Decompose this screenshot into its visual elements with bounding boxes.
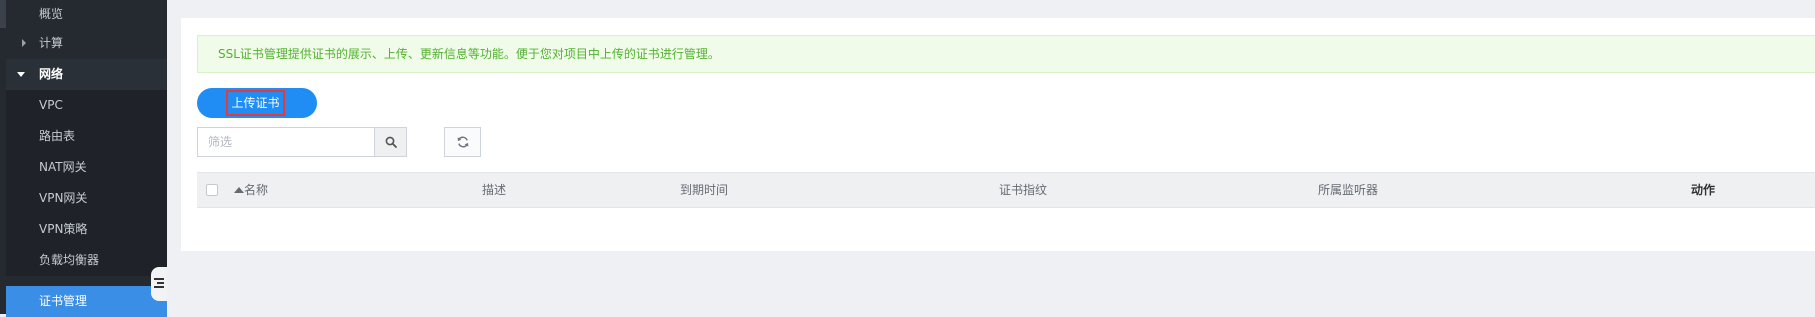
sidebar-item-load-balancer[interactable]: 负载均衡器	[6, 245, 167, 276]
sidebar-item-label: 证书管理	[39, 294, 88, 308]
certificate-panel: SSL证书管理提供证书的展示、上传、更新信息等功能。便于您对项目中上传的证书进行…	[181, 18, 1815, 251]
column-header-name[interactable]: 名称	[244, 173, 268, 207]
caret-right-icon	[22, 39, 26, 47]
sidebar-item-label: 路由表	[39, 129, 76, 143]
sidebar-item-compute[interactable]: 计算	[6, 28, 167, 59]
filter-input[interactable]	[198, 128, 376, 156]
column-header-action: 动作	[1691, 183, 1716, 197]
sidebar-item-overview[interactable]: 概览	[6, 0, 167, 28]
sidebar-item-label: VPN网关	[39, 191, 88, 205]
sidebar-item-label: VPC	[39, 98, 63, 112]
sidebar-item-label: 概览	[39, 7, 64, 21]
column-header-listener: 所属监听器	[1318, 183, 1379, 197]
search-button[interactable]	[374, 128, 406, 156]
sidebar-item-vpn-gateway[interactable]: VPN网关	[6, 183, 167, 214]
refresh-icon	[457, 136, 468, 148]
sort-ascending-icon[interactable]	[234, 187, 244, 193]
info-notice: SSL证书管理提供证书的展示、上传、更新信息等功能。便于您对项目中上传的证书进行…	[197, 35, 1815, 73]
sidebar-item-certificate-management[interactable]: 证书管理	[6, 286, 167, 317]
upload-certificate-label[interactable]: 上传证书	[226, 90, 285, 116]
table-header: 名称 描述 到期时间 证书指纹 所属监听器 动作	[197, 172, 1815, 208]
sidebar-item-label: 计算	[39, 36, 64, 50]
column-header-expiry-time: 到期时间	[680, 183, 729, 197]
select-all-checkbox[interactable]	[206, 184, 218, 196]
sidebar-item-label: 负载均衡器	[39, 253, 100, 267]
info-notice-text: SSL证书管理提供证书的展示、上传、更新信息等功能。便于您对项目中上传的证书进行…	[218, 47, 720, 61]
filter-box	[197, 127, 407, 157]
sidebar-item-vpc[interactable]: VPC	[6, 90, 167, 121]
sidebar-item-network[interactable]: 网络	[6, 59, 167, 90]
collapse-sidebar-button[interactable]	[151, 267, 167, 301]
column-header-description: 描述	[482, 183, 507, 197]
sidebar: 概览 计算 网络 VPC 路由表 NAT网关 VPN网关 VPN策略 负载均衡器…	[0, 0, 167, 317]
search-icon	[385, 136, 397, 148]
collapse-sidebar-icon	[154, 278, 164, 290]
sidebar-item-nat-gateway[interactable]: NAT网关	[6, 152, 167, 183]
sidebar-item-vpn-policy[interactable]: VPN策略	[6, 214, 167, 245]
sidebar-item-route-table[interactable]: 路由表	[6, 121, 167, 152]
sidebar-item-label: NAT网关	[39, 160, 87, 174]
caret-down-icon	[17, 72, 25, 77]
sidebar-item-label: 网络	[39, 67, 64, 81]
sidebar-item-label: VPN策略	[39, 222, 88, 236]
refresh-button[interactable]	[444, 127, 481, 157]
column-header-fingerprint: 证书指纹	[999, 183, 1048, 197]
